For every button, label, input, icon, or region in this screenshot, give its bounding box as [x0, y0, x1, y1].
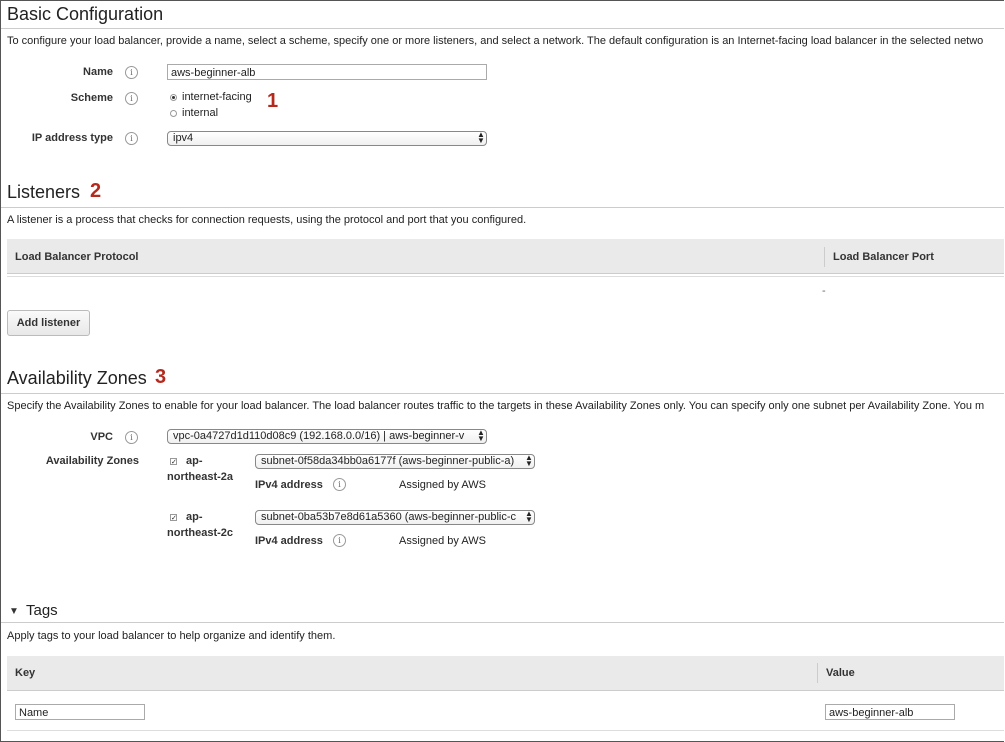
scheme-option-internet-facing[interactable]: internet-facing — [182, 91, 252, 103]
ip-address-type-select[interactable]: ipv4 ▲ ▼ — [167, 131, 487, 146]
info-icon[interactable]: i — [333, 534, 346, 547]
add-listener-button[interactable]: Add listener — [7, 310, 90, 336]
divider — [7, 276, 1004, 277]
column-separator — [817, 663, 818, 683]
updown-arrow-icon: ▲ ▼ — [477, 429, 485, 443]
listeners-title: Listeners — [7, 182, 81, 202]
col-load-balancer-port: Load Balancer Port — [833, 251, 934, 263]
subnet-value-2a: subnet-0f58da34bb0a6177f (aws-beginner-p… — [261, 455, 515, 467]
info-icon[interactable]: i — [125, 92, 138, 105]
radio-internet-facing[interactable] — [170, 94, 177, 101]
divider — [1, 207, 1004, 208]
info-icon[interactable]: i — [333, 478, 346, 491]
info-icon[interactable]: i — [125, 66, 138, 79]
updown-arrow-icon: ▲ ▼ — [477, 131, 485, 145]
ipv4-address-label: IPv4 address — [255, 535, 323, 547]
vpc-label: VPC — [90, 431, 113, 443]
tag-key-input[interactable]: Name — [15, 704, 145, 720]
zone-name-line1: ap- — [186, 511, 203, 523]
col-key: Key — [15, 667, 36, 679]
ipv4-address-value: Assigned by AWS — [399, 535, 487, 547]
zone-name-2c: northeast-2c — [167, 527, 234, 539]
name-input[interactable]: aws-beginner-alb — [167, 64, 487, 80]
zone-checkbox-2a[interactable]: ✓ — [170, 458, 177, 466]
basic-config-description: To configure your load balancer, provide… — [7, 35, 984, 47]
subnet-select-2c[interactable]: subnet-0ba53b7e8d61a5360 (aws-beginner-p… — [255, 510, 535, 525]
updown-arrow-icon: ▲ ▼ — [525, 454, 533, 468]
vpc-select[interactable]: vpc-0a4727d1d110d08c9 (192.168.0.0/16) |… — [167, 429, 487, 444]
zone-checkbox-2c[interactable]: ✓ — [170, 514, 177, 522]
radio-internal[interactable] — [170, 110, 177, 117]
divider — [1, 622, 1004, 623]
divider — [1, 28, 1004, 29]
ipv4-address-label: IPv4 address — [255, 479, 323, 491]
col-value: Value — [826, 667, 855, 679]
step-marker-3: 3 — [155, 366, 167, 388]
divider — [7, 730, 1004, 731]
ip-address-type-value: ipv4 — [173, 132, 194, 144]
availability-zones-label: Availability Zones — [45, 455, 139, 467]
basic-config-title: Basic Configuration — [7, 4, 164, 24]
info-icon[interactable]: i — [125, 431, 138, 444]
load-balancer-config-panel: Basic Configuration To configure your lo… — [0, 0, 1004, 742]
col-load-balancer-protocol: Load Balancer Protocol — [15, 251, 139, 263]
zone-name-line1: ap- — [186, 455, 203, 467]
subnet-select-2a[interactable]: subnet-0f58da34bb0a6177f (aws-beginner-p… — [255, 454, 535, 469]
divider — [1, 393, 1004, 394]
step-marker-2: 2 — [90, 180, 102, 202]
ipv4-address-value: Assigned by AWS — [399, 479, 487, 491]
tags-title[interactable]: Tags — [26, 602, 58, 619]
zone-name-2a: northeast-2a — [167, 471, 234, 483]
listeners-description: A listener is a process that checks for … — [7, 214, 527, 226]
subnet-value-2c: subnet-0ba53b7e8d61a5360 (aws-beginner-p… — [261, 511, 517, 523]
name-label: Name — [83, 66, 113, 78]
step-marker-1: 1 — [267, 90, 279, 112]
availability-zones-title: Availability Zones — [7, 368, 147, 388]
vpc-value: vpc-0a4727d1d110d08c9 (192.168.0.0/16) |… — [173, 430, 465, 442]
updown-arrow-icon: ▲ ▼ — [525, 510, 533, 524]
listener-port-empty: - — [822, 285, 826, 297]
tags-description: Apply tags to your load balancer to help… — [7, 630, 336, 642]
scheme-label: Scheme — [70, 92, 113, 104]
ip-address-type-label: IP address type — [31, 132, 113, 144]
info-icon[interactable]: i — [125, 132, 138, 145]
availability-zones-description: Specify the Availability Zones to enable… — [7, 400, 985, 412]
column-separator — [824, 247, 825, 267]
triangle-down-icon[interactable]: ▼ — [9, 606, 19, 617]
tag-value-input[interactable]: aws-beginner-alb — [825, 704, 955, 720]
scheme-option-internal[interactable]: internal — [182, 107, 218, 119]
